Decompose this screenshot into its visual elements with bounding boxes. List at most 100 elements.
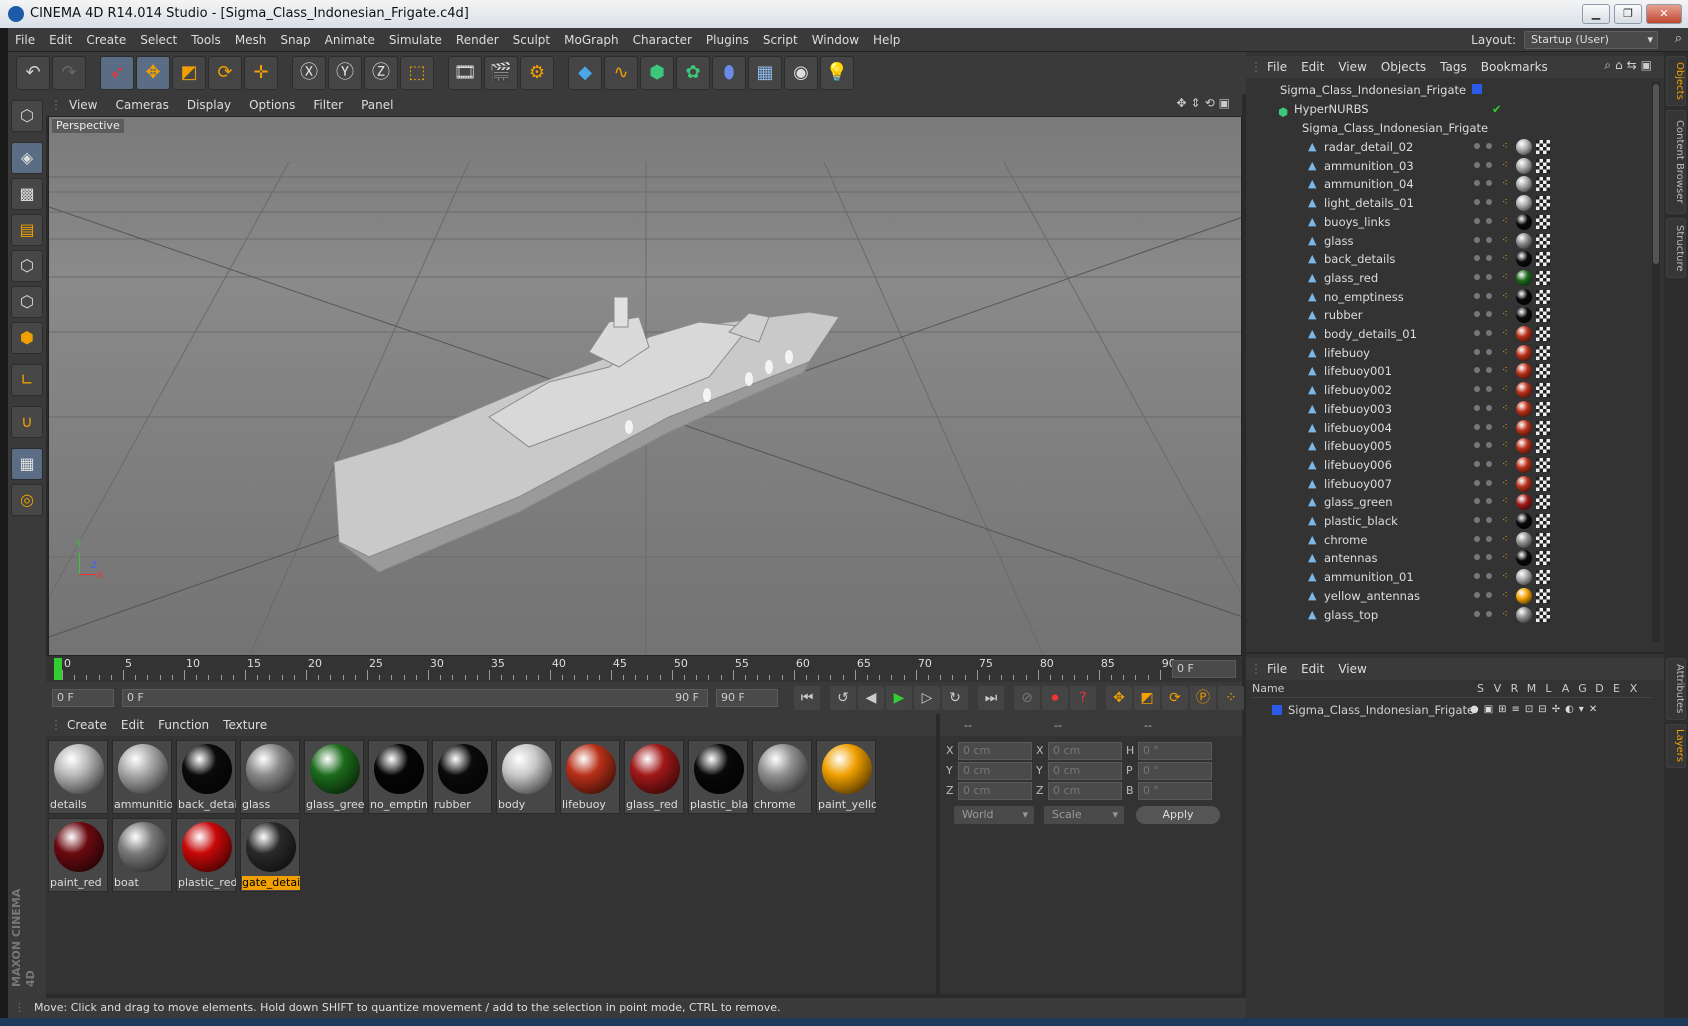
- cube-primitive-icon[interactable]: ◆: [568, 56, 602, 90]
- record-keys-icon[interactable]: ⊘: [1014, 686, 1040, 710]
- editor-visibility-dot[interactable]: [1474, 199, 1480, 206]
- uvw-tag-icon[interactable]: [1536, 570, 1550, 585]
- render-visibility-dot[interactable]: [1486, 460, 1492, 467]
- tab-structure[interactable]: Structure: [1666, 218, 1686, 278]
- layer-flag-header[interactable]: D: [1591, 680, 1608, 698]
- render-visibility-dot[interactable]: [1486, 573, 1492, 580]
- go-to-end-icon[interactable]: ⏭: [978, 686, 1004, 710]
- render-visibility-dot[interactable]: [1486, 255, 1492, 262]
- material-tag-icon[interactable]: [1516, 344, 1532, 361]
- world-dropdown[interactable]: World ▾: [954, 806, 1034, 824]
- layer-menu-file[interactable]: File: [1260, 658, 1294, 680]
- coord-value-field[interactable]: 0 cm: [1048, 742, 1122, 760]
- render-visibility-dot[interactable]: [1486, 180, 1492, 187]
- menu-sculpt[interactable]: Sculpt: [506, 28, 557, 52]
- editor-visibility-dot[interactable]: [1474, 386, 1480, 393]
- uvw-tag-icon[interactable]: [1536, 289, 1550, 304]
- editor-visibility-dot[interactable]: [1474, 311, 1480, 318]
- material-menu-edit[interactable]: Edit: [114, 714, 151, 736]
- apply-button[interactable]: Apply: [1136, 806, 1220, 824]
- phong-tag-icon[interactable]: ⁖: [1502, 380, 1508, 400]
- material-tag-icon[interactable]: [1516, 400, 1532, 417]
- layer-row[interactable]: Sigma_Class_Indonesian_Frigate ●▣⊞≡⊡⊟✢◐▾…: [1252, 700, 1652, 720]
- phong-tag-icon[interactable]: ⁖: [1502, 305, 1508, 325]
- uvw-tag-icon[interactable]: [1536, 476, 1550, 491]
- viewport-menu-view[interactable]: View: [60, 94, 106, 116]
- phong-tag-icon[interactable]: ⁖: [1502, 361, 1508, 381]
- editor-visibility-dot[interactable]: [1474, 404, 1480, 411]
- layer-menu-view[interactable]: View: [1331, 658, 1373, 680]
- current-frame-field[interactable]: 0 F: [1172, 660, 1236, 678]
- phong-tag-icon[interactable]: ⁖: [1502, 418, 1508, 438]
- uvw-tag-icon[interactable]: [1536, 401, 1550, 416]
- material-tag-icon[interactable]: [1516, 475, 1532, 492]
- model-mode-icon[interactable]: ◈: [11, 142, 43, 174]
- editor-visibility-dot[interactable]: [1474, 273, 1480, 280]
- material-tag-icon[interactable]: [1516, 587, 1532, 604]
- uvw-tag-icon[interactable]: [1536, 532, 1550, 547]
- material-swatch[interactable]: glass: [240, 740, 300, 814]
- menu-tools[interactable]: Tools: [184, 28, 228, 52]
- menu-select[interactable]: Select: [133, 28, 184, 52]
- editor-visibility-dot[interactable]: [1474, 292, 1480, 299]
- render-view-icon[interactable]: 🎞: [448, 56, 482, 90]
- render-settings-icon[interactable]: ⚙: [520, 56, 554, 90]
- material-tag-icon[interactable]: [1516, 531, 1532, 548]
- tree-item-root[interactable]: Sigma_Class_Indonesian_Frigate: [1252, 80, 1652, 100]
- camera-icon[interactable]: ◉: [784, 56, 818, 90]
- material-tag-icon[interactable]: [1516, 606, 1532, 623]
- render-visibility-dot[interactable]: [1486, 330, 1492, 336]
- render-visibility-dot[interactable]: [1486, 217, 1492, 224]
- editor-visibility-dot[interactable]: [1474, 591, 1480, 598]
- tree-item[interactable]: ▲ lifebuoy003 ⁖: [1252, 399, 1652, 419]
- render-visibility-dot[interactable]: [1486, 442, 1492, 449]
- material-tag-icon[interactable]: [1516, 139, 1532, 155]
- timeline[interactable]: 0 5 10 15 20 25 30 35 40 45 50 55 60 65 70 75 80 85 90 0 F: [46, 656, 1242, 682]
- material-swatch[interactable]: plastic_blac: [688, 740, 748, 814]
- uvw-tag-icon[interactable]: [1536, 345, 1550, 360]
- phong-tag-icon[interactable]: ⁖: [1502, 492, 1508, 512]
- menu-render[interactable]: Render: [449, 28, 506, 52]
- layout-dropdown[interactable]: Startup (User) ▾: [1524, 31, 1658, 49]
- editor-visibility-dot[interactable]: [1474, 330, 1480, 336]
- y-axis-lock-icon[interactable]: Ⓨ: [328, 56, 362, 90]
- tab-layers[interactable]: Layers: [1666, 724, 1686, 768]
- close-button[interactable]: ✕: [1646, 4, 1682, 24]
- material-swatch[interactable]: gate_detail: [240, 818, 300, 892]
- tree-item[interactable]: ▲ glass_red ⁖: [1252, 268, 1652, 288]
- material-tag-icon[interactable]: [1516, 213, 1532, 230]
- uvw-tag-icon[interactable]: [1536, 252, 1550, 267]
- phong-tag-icon[interactable]: ⁖: [1502, 474, 1508, 494]
- layer-flag-header[interactable]: S: [1472, 680, 1489, 698]
- phong-tag-icon[interactable]: ⁖: [1502, 548, 1508, 568]
- perspective-viewport[interactable]: Perspective Y Z X: [48, 116, 1242, 656]
- material-menu-texture[interactable]: Texture: [216, 714, 274, 736]
- menu-edit[interactable]: Edit: [42, 28, 79, 52]
- coord-value-field[interactable]: 0 cm: [958, 762, 1032, 780]
- viewport-menu-filter[interactable]: Filter: [304, 94, 352, 116]
- uvw-tag-icon[interactable]: [1536, 383, 1550, 398]
- tree-item[interactable]: ▲ lifebuoy002 ⁖: [1252, 380, 1652, 400]
- snapping-icon[interactable]: ∪: [11, 406, 43, 438]
- tree-item[interactable]: ▲ glass_green ⁖: [1252, 492, 1652, 512]
- object-menu-tags[interactable]: Tags: [1433, 56, 1474, 78]
- viewport-menu-display[interactable]: Display: [178, 94, 240, 116]
- phong-tag-icon[interactable]: ⁖: [1502, 193, 1508, 213]
- editor-visibility-dot[interactable]: [1474, 348, 1480, 355]
- spline-pen-icon[interactable]: ∿: [604, 56, 638, 90]
- material-tag-icon[interactable]: [1516, 307, 1532, 324]
- menu-snap[interactable]: Snap: [273, 28, 317, 52]
- render-visibility-dot[interactable]: [1486, 517, 1492, 523]
- layer-flag-header[interactable]: V: [1489, 680, 1506, 698]
- uvw-tag-icon[interactable]: [1536, 177, 1550, 192]
- tree-item[interactable]: ▲ no_emptiness ⁖: [1252, 287, 1652, 307]
- render-visibility-dot[interactable]: [1486, 591, 1492, 598]
- material-swatch[interactable]: paint_red: [48, 818, 108, 892]
- render-visibility-dot[interactable]: [1486, 199, 1492, 206]
- scale-tool-icon[interactable]: ◩: [172, 56, 206, 90]
- viewport-nav-icons[interactable]: ✥⇕⟲▣: [1176, 96, 1234, 110]
- phong-tag-icon[interactable]: ⁖: [1502, 156, 1508, 176]
- tree-item[interactable]: ▲ glass_top ⁖: [1252, 605, 1652, 625]
- material-tag-icon[interactable]: [1516, 195, 1532, 212]
- coord-value-field[interactable]: 0 cm: [958, 782, 1032, 800]
